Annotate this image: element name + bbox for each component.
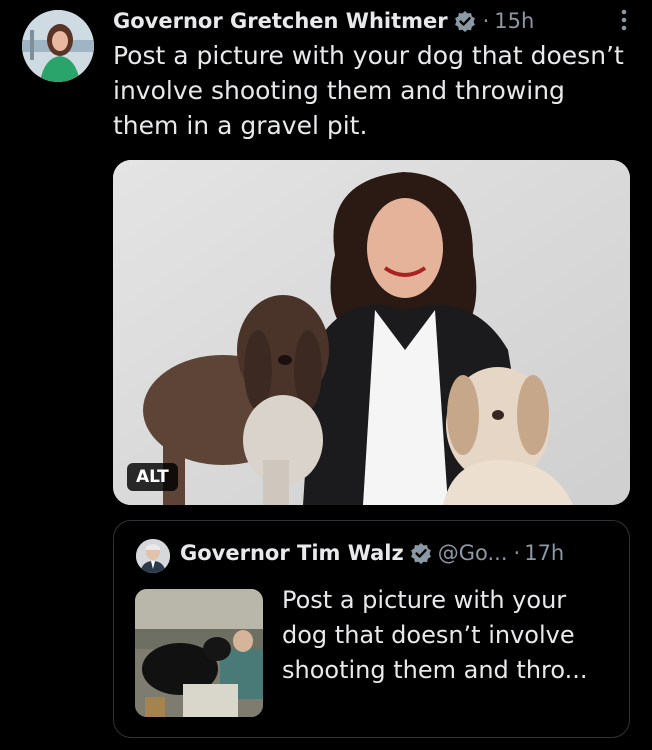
- quoted-tweet-media-thumbnail: [135, 589, 263, 717]
- verified-badge-icon: [410, 542, 432, 564]
- author-name[interactable]: Governor Gretchen Whitmer: [113, 9, 448, 33]
- quoted-author-avatar[interactable]: [136, 539, 170, 573]
- quoted-author-name[interactable]: Governor Tim Walz: [180, 541, 404, 565]
- more-options-icon[interactable]: [614, 8, 634, 32]
- tweet-text: Post a picture with your dog that doesn’…: [113, 41, 624, 140]
- alt-badge[interactable]: ALT: [127, 463, 178, 491]
- quoted-tweet[interactable]: Governor Tim Walz @Go... · 17h Post a pi…: [113, 520, 630, 738]
- quoted-tweet-text: Post a picture with your dog that doesn’…: [282, 586, 588, 684]
- verified-badge-icon: [454, 10, 476, 32]
- header-separator: ·: [482, 9, 490, 33]
- tweet-time[interactable]: 15h: [494, 9, 534, 33]
- author-avatar[interactable]: [22, 10, 94, 82]
- quoted-header-separator: ·: [513, 541, 521, 565]
- tweet-header: Governor Gretchen Whitmer · 15h: [113, 6, 632, 36]
- quoted-author-handle: @Go...: [437, 541, 508, 565]
- quoted-tweet-header: Governor Tim Walz @Go... · 17h: [180, 541, 564, 565]
- quoted-tweet-time: 17h: [524, 541, 565, 565]
- tweet-media-image[interactable]: ALT: [113, 160, 630, 505]
